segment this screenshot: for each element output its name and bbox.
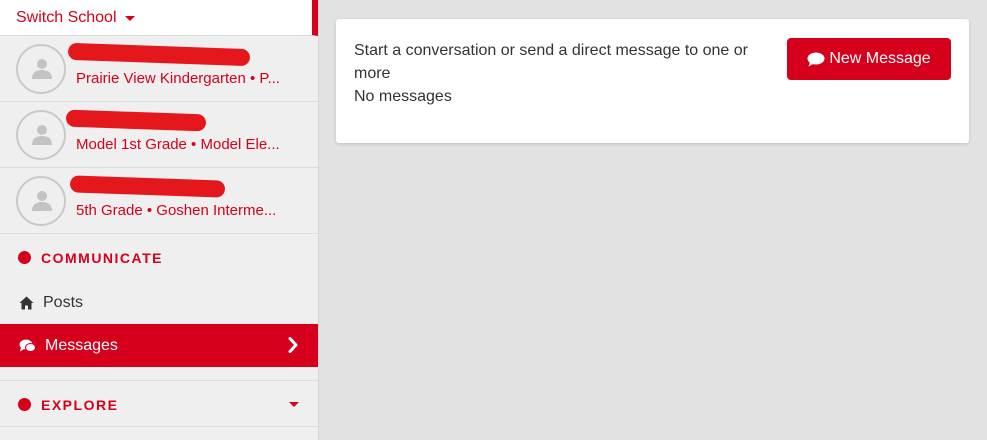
nav-item-posts-label: Posts bbox=[43, 293, 84, 311]
child-subtitle: 5th Grade • Goshen Interme... bbox=[76, 201, 277, 219]
nav-item-messages-label: Messages bbox=[45, 336, 118, 354]
empty-state-text: No messages bbox=[354, 88, 452, 105]
divider bbox=[0, 426, 318, 427]
caret-down-icon bbox=[124, 16, 135, 21]
switch-school-label: Switch School bbox=[16, 8, 117, 26]
user-icon bbox=[32, 58, 52, 79]
communicate-heading: COMMUNICATE bbox=[0, 234, 318, 281]
messages-card: Start a conversation or send a direct me… bbox=[336, 19, 969, 143]
explore-heading[interactable]: EXPLORE bbox=[0, 381, 318, 428]
explore-heading-label: EXPLORE bbox=[41, 396, 119, 413]
switch-school-button[interactable]: Switch School bbox=[0, 0, 318, 36]
chevron-right-icon bbox=[288, 337, 298, 358]
child-subtitle: Model 1st Grade • Model Ele... bbox=[76, 135, 280, 153]
caret-down-icon bbox=[289, 402, 299, 407]
avatar bbox=[16, 43, 66, 94]
user-icon bbox=[32, 190, 52, 211]
communicate-heading-label: COMMUNICATE bbox=[41, 249, 164, 266]
child-item[interactable]: 5th Grade • Goshen Interme... bbox=[0, 168, 318, 234]
sidebar: Switch School Prairie View Kindergarten … bbox=[0, 0, 319, 440]
new-message-button[interactable]: New Message bbox=[787, 38, 951, 80]
child-subtitle: Prairie View Kindergarten • P... bbox=[76, 69, 280, 87]
redacted-name bbox=[69, 174, 226, 198]
avatar bbox=[16, 109, 66, 160]
nav-item-posts[interactable]: Posts bbox=[0, 281, 318, 324]
avatar bbox=[16, 175, 66, 226]
messages-prompt: Start a conversation or send a direct me… bbox=[354, 42, 748, 82]
child-item[interactable]: Model 1st Grade • Model Ele... bbox=[0, 102, 318, 168]
divider bbox=[0, 367, 318, 381]
redacted-name bbox=[67, 42, 251, 66]
child-item[interactable]: Prairie View Kindergarten • P... bbox=[0, 36, 318, 102]
chat-bubbles-icon bbox=[19, 339, 36, 353]
nav-item-messages[interactable]: Messages bbox=[0, 324, 318, 367]
user-icon bbox=[32, 124, 52, 145]
home-icon bbox=[19, 296, 34, 310]
new-message-label: New Message bbox=[829, 50, 931, 67]
bullet-dot-icon bbox=[18, 251, 31, 264]
redacted-name bbox=[65, 109, 207, 131]
bullet-dot-icon bbox=[18, 398, 31, 411]
chat-bubble-icon bbox=[807, 52, 825, 67]
